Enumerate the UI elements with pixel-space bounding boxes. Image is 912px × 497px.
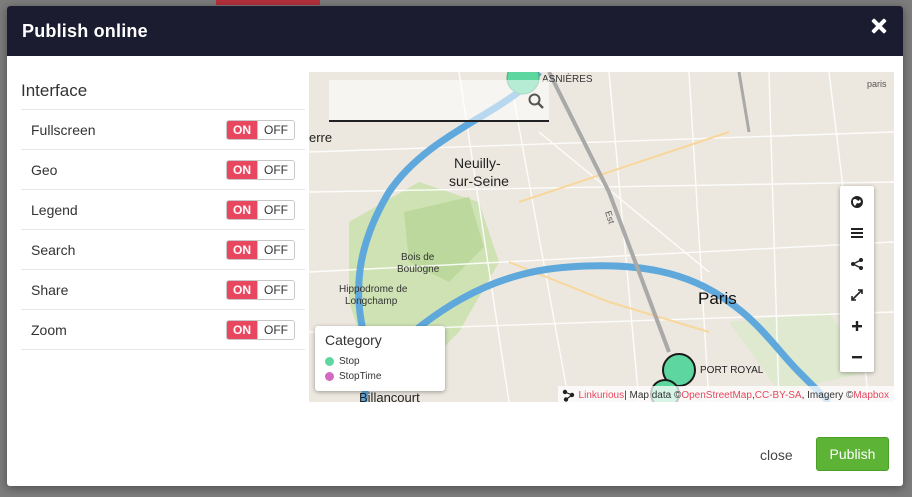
legend-label: Stop (339, 356, 360, 367)
geo-toggle[interactable]: ON OFF (226, 159, 295, 180)
toggle-on[interactable]: ON (227, 200, 257, 219)
toggle-off[interactable]: OFF (257, 240, 294, 259)
zoom-in-button[interactable] (840, 310, 874, 341)
toggle-on[interactable]: ON (227, 280, 257, 299)
share-icon (851, 257, 863, 270)
option-legend: Legend ON OFF (21, 190, 305, 230)
option-search: Search ON OFF (21, 230, 305, 270)
map-search[interactable] (329, 80, 549, 122)
fullscreen-button[interactable] (840, 279, 874, 310)
search-icon[interactable] (528, 93, 544, 109)
label-paris: Paris (698, 289, 737, 308)
label-neuilly-2: sur-Seine (449, 173, 509, 189)
option-share: Share ON OFF (21, 270, 305, 310)
toggle-off[interactable]: OFF (257, 120, 294, 139)
search-input[interactable] (329, 80, 519, 120)
fullscreen-icon (851, 288, 863, 301)
legend-dot (325, 357, 334, 366)
label-neuilly-1: Neuilly- (454, 155, 501, 171)
toggle-on[interactable]: ON (227, 120, 257, 139)
publish-button[interactable]: Publish (816, 437, 889, 471)
label-hippodrome-1: Hippodrome de (339, 284, 408, 295)
linkurious-logo-icon (562, 389, 574, 402)
legend-item: StopTime (325, 369, 435, 384)
share-toggle[interactable]: ON OFF (226, 279, 295, 300)
legend-item: Stop (325, 354, 435, 369)
attr-text: | Map data © (624, 389, 682, 401)
option-label: Zoom (31, 321, 67, 338)
interface-panel: Interface Fullscreen ON OFF Geo ON OFF L… (21, 72, 305, 350)
share-button[interactable] (840, 248, 874, 279)
section-title: Interface (21, 72, 305, 110)
modal-header: Publish online (7, 6, 903, 56)
toggle-off[interactable]: OFF (257, 160, 294, 179)
map-legend: Category Stop StopTime (315, 326, 445, 391)
attr-osm-link[interactable]: OpenStreetMap (681, 390, 752, 401)
backdrop-button-fragment (216, 0, 320, 5)
option-fullscreen: Fullscreen ON OFF (21, 110, 305, 150)
legend-icon (851, 227, 863, 238)
label-paris-right: paris (867, 79, 887, 89)
toggle-on[interactable]: ON (227, 240, 257, 259)
legend-button[interactable] (840, 217, 874, 248)
close-icon[interactable] (869, 16, 889, 36)
attr-mapbox-link[interactable]: Mapbox (853, 390, 889, 401)
globe-button[interactable] (840, 186, 874, 217)
toggle-off[interactable]: OFF (257, 320, 294, 339)
zoom-out-icon (852, 355, 862, 358)
label-billancourt: Billancourt (359, 390, 420, 402)
legend-title: Category (325, 332, 382, 348)
attr-linkurious-link[interactable]: Linkurious (579, 390, 625, 401)
option-label: Search (31, 241, 76, 258)
label-port-royal: PORT ROYAL (700, 365, 764, 376)
toggle-off[interactable]: OFF (257, 200, 294, 219)
fullscreen-toggle[interactable]: ON OFF (226, 119, 295, 140)
modal-title: Publish online (22, 20, 148, 41)
attr-license-link[interactable]: CC-BY-SA (755, 390, 802, 401)
option-geo: Geo ON OFF (21, 150, 305, 190)
map-preview[interactable]: ASNIÈRES erre Neuilly- sur-Seine Bois de… (309, 72, 894, 402)
legend-toggle[interactable]: ON OFF (226, 199, 295, 220)
zoom-in-icon (852, 320, 862, 331)
legend-dot (325, 372, 334, 381)
option-label: Geo (31, 161, 58, 178)
map-attribution: Linkurious | Map data © OpenStreetMap , … (557, 386, 894, 402)
option-label: Share (31, 281, 69, 298)
close-link[interactable]: close (760, 447, 793, 463)
legend-label: StopTime (339, 371, 382, 382)
label-bois-2: Boulogne (397, 264, 440, 275)
zoom-out-button[interactable] (840, 341, 874, 372)
toggle-on[interactable]: ON (227, 160, 257, 179)
label-hippodrome-2: Longchamp (345, 296, 398, 307)
label-erre: erre (309, 130, 332, 145)
option-label: Legend (31, 201, 78, 218)
label-bois-1: Bois de (401, 252, 435, 263)
publish-modal: Publish online Interface Fullscreen ON O… (7, 6, 903, 486)
search-toggle[interactable]: ON OFF (226, 239, 295, 260)
attr-text: , Imagery © (801, 389, 854, 401)
label-asnieres: ASNIÈRES (542, 72, 593, 85)
zoom-toggle[interactable]: ON OFF (226, 319, 295, 340)
option-label: Fullscreen (31, 121, 96, 138)
globe-icon (851, 195, 863, 208)
toggle-on[interactable]: ON (227, 320, 257, 339)
map-toolbar (840, 186, 874, 372)
toggle-off[interactable]: OFF (257, 280, 294, 299)
option-zoom: Zoom ON OFF (21, 310, 305, 350)
